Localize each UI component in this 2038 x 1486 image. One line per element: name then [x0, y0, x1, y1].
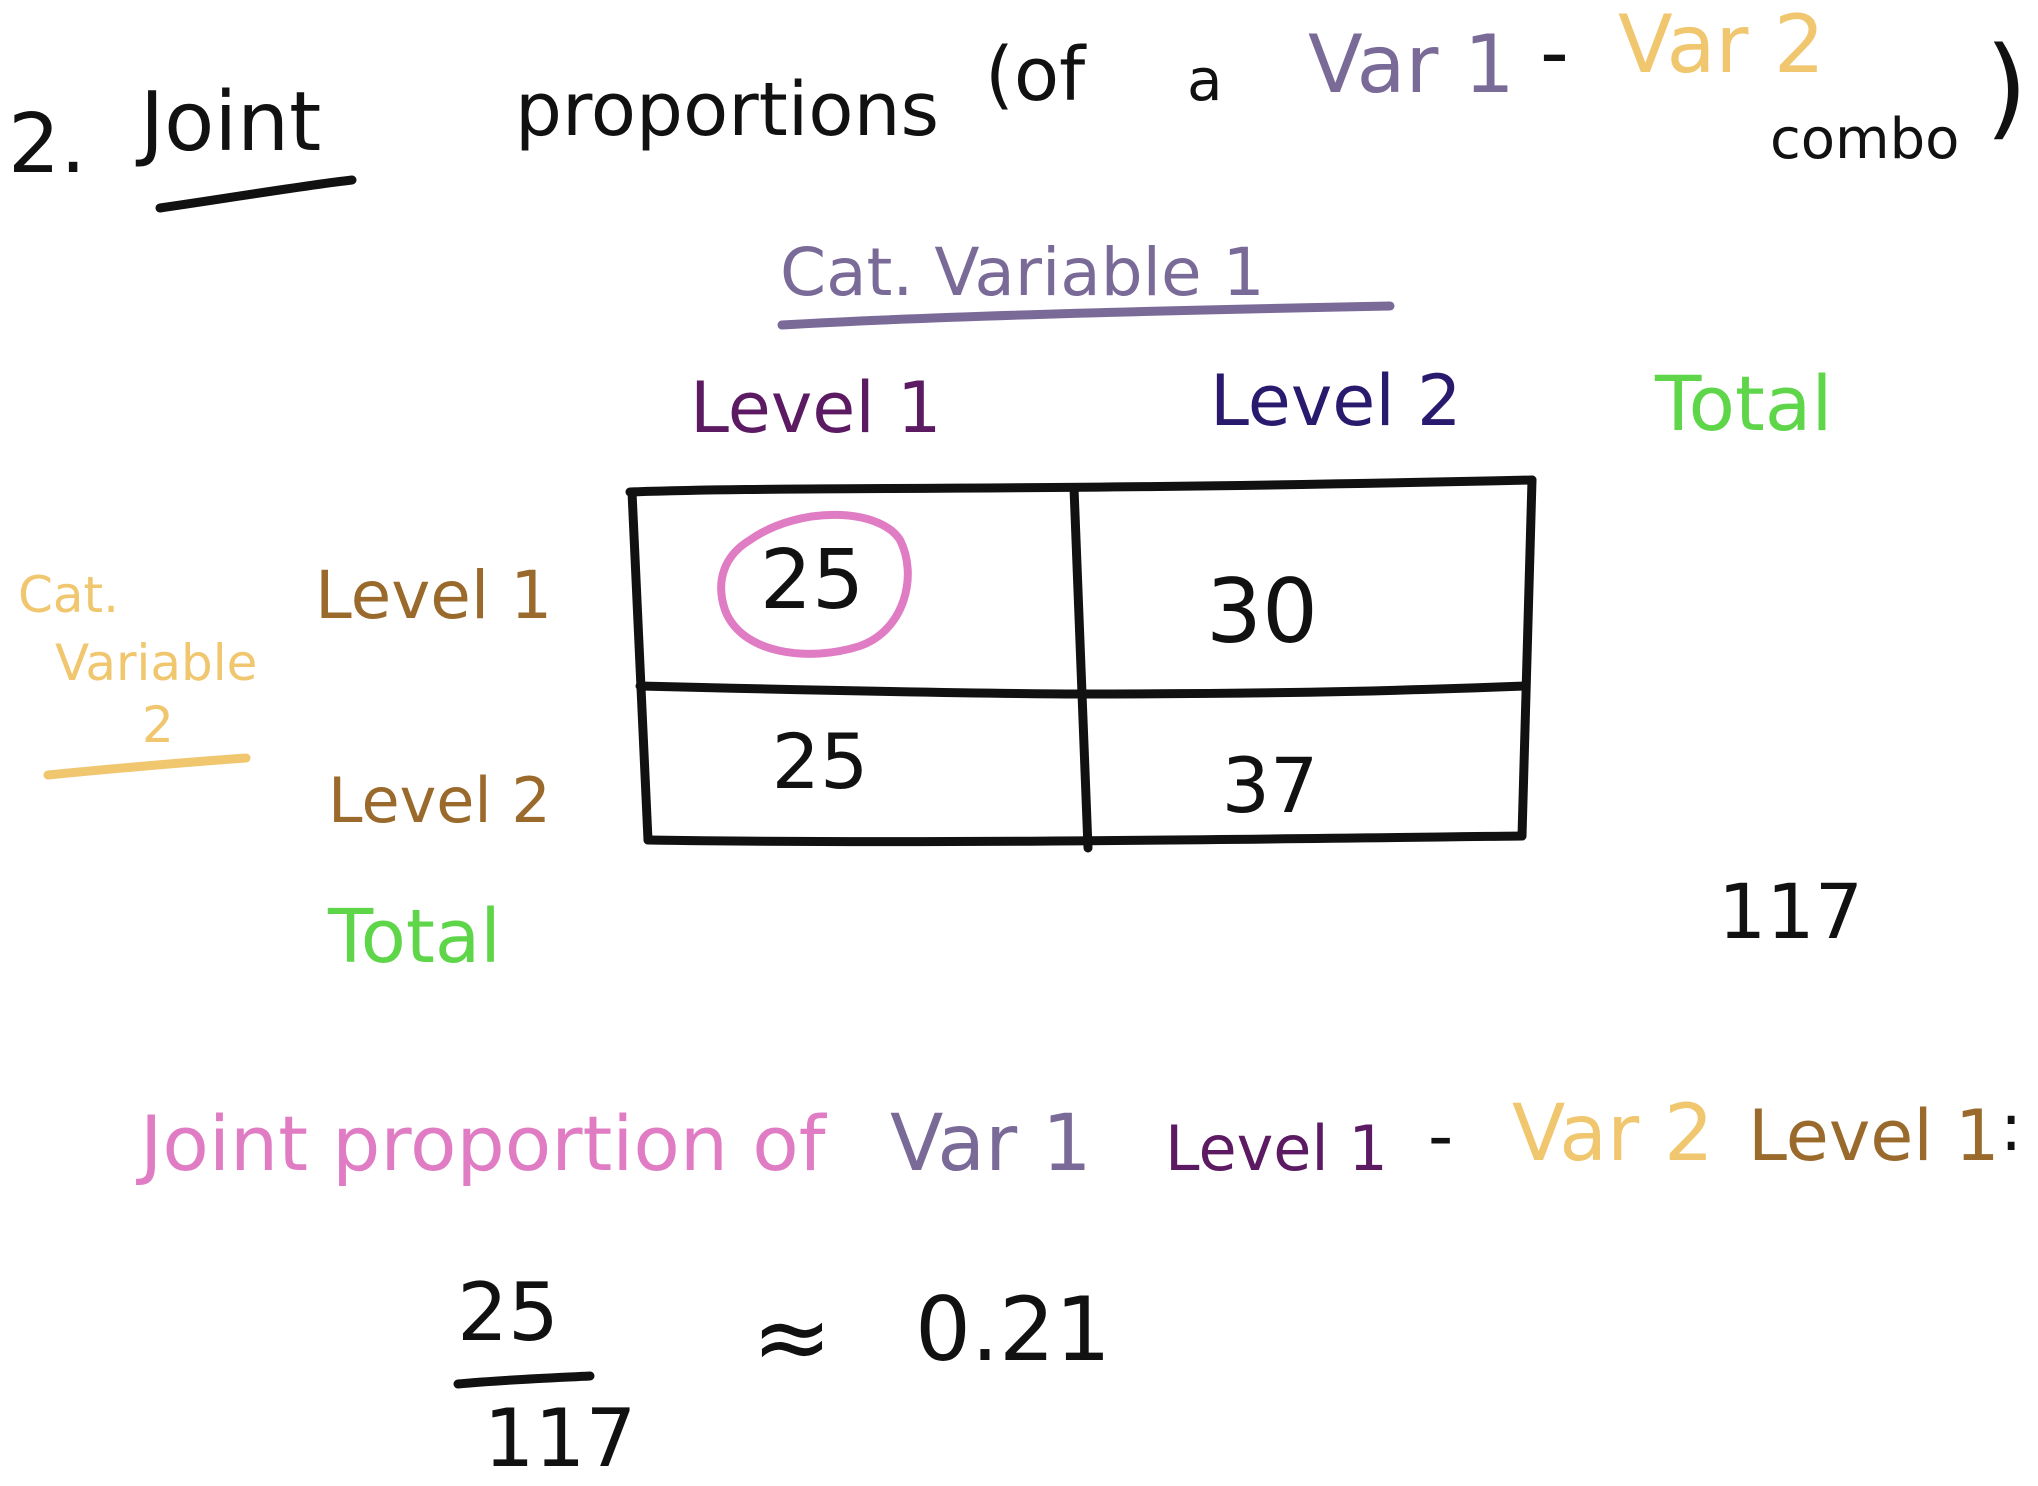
- joint-proportions-canvas: 2. Joint proportions (of a Var 1 - Var 2…: [8, 0, 2028, 1485]
- col-level-1-label: Level 1: [690, 367, 942, 449]
- heading: 2. Joint proportions (of a Var 1 - Var 2…: [8, 0, 2028, 213]
- table-right-border: [1517, 475, 1537, 841]
- heading-open-paren: (of: [985, 32, 1087, 118]
- statement-var2: Var 2: [1512, 1089, 1714, 1179]
- table-left-border: [627, 487, 653, 845]
- cell-r1-c2: 30: [1206, 560, 1318, 663]
- heading-dash: -: [1540, 6, 1569, 99]
- table-cells: 25 30 25 37: [760, 533, 1319, 830]
- col-variable-header: Cat. Variable 1: [777, 234, 1395, 330]
- row-variable-underline: [43, 753, 251, 780]
- heading-var1: Var 1: [1308, 18, 1515, 111]
- statement-prefix: Joint proportion of: [136, 1099, 828, 1188]
- calc-numerator: 25: [457, 1266, 559, 1359]
- row-total-label: Total: [327, 894, 501, 980]
- statement-var1: Var 1: [890, 1099, 1092, 1189]
- heading-var2: Var 2: [1618, 0, 1825, 91]
- calculation: 25 117 ≈ 0.21: [453, 1266, 1111, 1485]
- row-variable-title-line1: Cat.: [18, 566, 119, 624]
- heading-close-paren: ): [1985, 23, 2028, 151]
- statement-var2-level: Level 1: [1748, 1095, 2000, 1177]
- heading-underline: [155, 175, 357, 213]
- calc-approx-symbol: ≈: [752, 1281, 832, 1393]
- grand-total: 117: [1718, 867, 1863, 956]
- calc-fraction-bar: [453, 1371, 595, 1389]
- statement-var1-level: Level 1: [1165, 1112, 1388, 1185]
- statement-dash: -: [1428, 1095, 1453, 1177]
- calc-result: 0.21: [915, 1278, 1111, 1381]
- row-variable-title-line2: Variable: [55, 634, 257, 692]
- table-middle-divider: [1069, 483, 1093, 853]
- col-level-2-label: Level 2: [1210, 360, 1462, 442]
- col-total-label: Total: [1654, 359, 1833, 448]
- cell-r2-c2: 37: [1222, 741, 1319, 830]
- calc-denominator: 117: [484, 1392, 637, 1485]
- table-top-border: [625, 475, 1537, 497]
- row-level-2-label: Level 2: [328, 764, 551, 837]
- row-level-1-label: Level 1: [315, 557, 552, 634]
- cell-r2-c1: 25: [772, 717, 869, 806]
- cell-r1-c1: 25: [760, 533, 864, 628]
- col-variable-title: Cat. Variable 1: [780, 234, 1265, 311]
- heading-number: 2.: [8, 97, 86, 192]
- heading-word-proportions: proportions: [515, 67, 939, 153]
- statement: Joint proportion of Var 1 Level 1 - Var …: [136, 1089, 2022, 1189]
- heading-article: a: [1187, 46, 1223, 114]
- row-variable-header: Cat. Variable 2: [18, 566, 257, 780]
- heading-word-joint: Joint: [135, 75, 321, 170]
- row-variable-title-line3: 2: [142, 696, 174, 754]
- statement-colon: :: [2000, 1089, 2022, 1166]
- heading-combo: combo: [1770, 107, 1959, 172]
